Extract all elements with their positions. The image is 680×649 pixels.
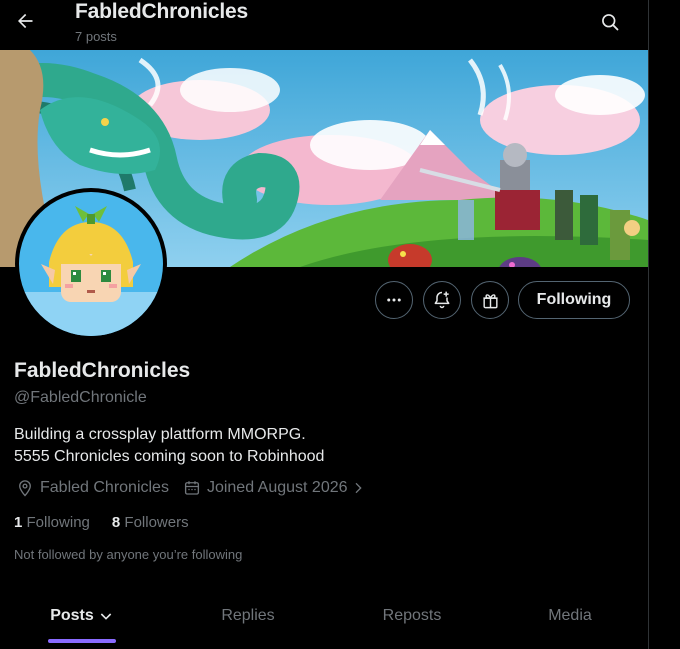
follow-counts: 1 Following 8 Followers bbox=[14, 514, 211, 531]
more-button[interactable] bbox=[375, 281, 413, 319]
chevron-down-icon bbox=[100, 613, 112, 620]
tab-label: Media bbox=[548, 607, 592, 624]
chevron-right-icon bbox=[355, 482, 362, 494]
post-count: 7 posts bbox=[75, 29, 117, 44]
top-header: FabledChronicles 7 posts bbox=[0, 0, 648, 50]
search-button[interactable] bbox=[594, 6, 626, 38]
tab-label: Replies bbox=[221, 607, 275, 624]
profile-column: FabledChronicles 7 posts Following Fable… bbox=[0, 0, 648, 649]
join-date[interactable]: Joined August 2026 bbox=[183, 479, 366, 497]
avatar[interactable] bbox=[15, 188, 167, 340]
back-arrow-icon bbox=[18, 13, 33, 29]
followers-count: 8 bbox=[111, 514, 121, 531]
active-tab-indicator bbox=[48, 639, 116, 643]
tab-label: Posts bbox=[50, 607, 94, 624]
following-count-link[interactable]: 1 Following bbox=[14, 514, 90, 531]
tab-reposts[interactable]: Reposts bbox=[332, 594, 492, 649]
profile-meta: Fabled Chronicles Joined August 2026 bbox=[16, 479, 366, 497]
bio: Building a crossplay plattform MMORPG. 5… bbox=[14, 424, 324, 468]
followers-count-link[interactable]: 8 Followers bbox=[112, 514, 189, 531]
followers-label: Followers bbox=[124, 514, 189, 531]
more-icon bbox=[387, 298, 401, 302]
following-count: 1 bbox=[14, 514, 23, 531]
avatar-image bbox=[19, 192, 163, 336]
right-gutter bbox=[649, 0, 680, 649]
tab-replies[interactable]: Replies bbox=[164, 594, 332, 649]
calendar-icon bbox=[184, 481, 200, 495]
location: Fabled Chronicles bbox=[16, 479, 169, 497]
bio-line: 5555 Chronicles coming soon to Robinhood bbox=[14, 448, 325, 465]
display-name: FabledChronicles bbox=[14, 359, 191, 382]
back-button[interactable] bbox=[8, 4, 42, 38]
search-icon bbox=[602, 14, 619, 31]
following-label: Following bbox=[26, 514, 90, 531]
location-text: Fabled Chronicles bbox=[40, 479, 169, 496]
bell-plus-icon bbox=[434, 291, 450, 309]
notify-button[interactable] bbox=[423, 281, 461, 319]
gift-button[interactable] bbox=[471, 281, 509, 319]
following-button[interactable]: Following bbox=[518, 281, 630, 319]
header-title: FabledChronicles bbox=[75, 0, 249, 23]
user-handle: @FabledChronicle bbox=[14, 389, 147, 406]
not-followed-notice: Not followed by anyone you’re following bbox=[14, 547, 243, 562]
tab-label: Reposts bbox=[382, 607, 442, 624]
bio-line: Building a crossplay plattform MMORPG. bbox=[14, 426, 306, 443]
gift-icon bbox=[482, 293, 498, 308]
location-icon bbox=[19, 480, 31, 497]
tab-media[interactable]: Media bbox=[492, 594, 648, 649]
join-date-text: Joined August 2026 bbox=[206, 479, 348, 496]
